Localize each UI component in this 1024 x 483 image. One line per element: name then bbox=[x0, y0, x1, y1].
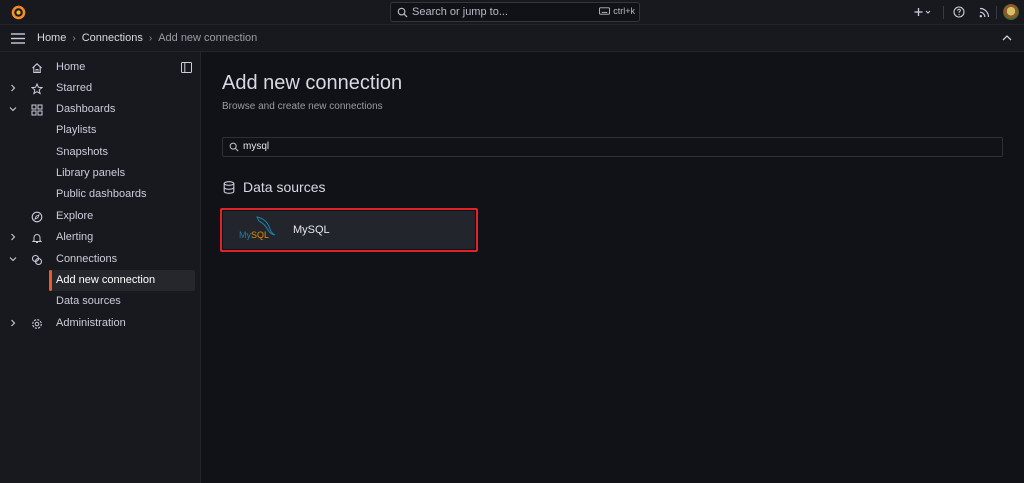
section-heading: Data sources bbox=[223, 179, 325, 195]
search-bar[interactable]: Search or jump to... ctrl+k bbox=[390, 2, 640, 22]
menu-icon[interactable] bbox=[11, 33, 25, 44]
sidebar-item-snapshots[interactable]: Snapshots bbox=[0, 142, 195, 163]
sidebar-item-playlists[interactable]: Playlists bbox=[0, 120, 195, 141]
sidebar-item-label: Starred bbox=[56, 82, 93, 94]
toolbar-divider bbox=[996, 6, 997, 19]
plus-icon bbox=[914, 8, 931, 16]
sidebar-item-alerting[interactable]: Alerting bbox=[0, 227, 195, 248]
sidebar-item-public-dashboards[interactable]: Public dashboards bbox=[0, 184, 195, 205]
help-button[interactable] bbox=[952, 4, 966, 20]
sidebar-item-label: Snapshots bbox=[56, 146, 108, 158]
sidebar-item-dashboards[interactable]: Dashboards bbox=[0, 99, 195, 120]
user-avatar[interactable] bbox=[1003, 4, 1019, 20]
chevron-right-icon[interactable] bbox=[9, 319, 17, 327]
grafana-logo-icon[interactable] bbox=[10, 4, 27, 21]
sidebar-item-label: Add new connection bbox=[56, 274, 156, 286]
top-bar: Search or jump to... ctrl+k bbox=[0, 0, 1024, 25]
sidebar-item-add-new-connection[interactable]: Add new connection bbox=[49, 270, 195, 291]
sidebar-item-explore[interactable]: Explore bbox=[0, 206, 195, 227]
sidebar-item-label: Connections bbox=[56, 253, 118, 265]
home-icon bbox=[32, 63, 42, 74]
sidebar-item-label: Public dashboards bbox=[56, 188, 147, 200]
breadcrumb: Home › Connections › Add new connection bbox=[37, 32, 257, 44]
compass-icon bbox=[31, 211, 43, 223]
sidebar-item-home[interactable]: Home bbox=[0, 57, 195, 78]
keyboard-shortcut: ctrl+k bbox=[599, 6, 635, 16]
bell-icon bbox=[31, 234, 43, 243]
sidebar-item-label: Home bbox=[56, 61, 86, 73]
cog-icon bbox=[32, 319, 42, 329]
sidebar-item-label: Explore bbox=[56, 210, 94, 222]
sidebar-item-starred[interactable]: Starred bbox=[0, 78, 195, 99]
page-title: Add new connection bbox=[222, 72, 403, 94]
breadcrumb-connections[interactable]: Connections bbox=[82, 32, 143, 44]
star-icon bbox=[31, 83, 43, 95]
sidebar-item-label: Playlists bbox=[56, 124, 97, 136]
database-icon bbox=[223, 180, 235, 194]
keyboard-icon bbox=[599, 7, 611, 15]
chevron-right-icon[interactable] bbox=[9, 84, 17, 92]
breadcrumb-home[interactable]: Home bbox=[37, 32, 66, 44]
sidebar-item-label: Alerting bbox=[56, 231, 94, 243]
sidebar-item-label: Dashboards bbox=[56, 103, 116, 115]
new-menu-button[interactable] bbox=[912, 4, 934, 20]
chevron-right-icon[interactable] bbox=[9, 233, 17, 241]
connections-icon bbox=[31, 254, 43, 266]
sidebar-item-label: Data sources bbox=[56, 295, 121, 307]
sidebar-item-data-sources[interactable]: Data sources bbox=[0, 291, 195, 312]
main-content: Add new connection Browse and create new… bbox=[201, 52, 1024, 483]
news-button[interactable] bbox=[977, 4, 991, 20]
rss-icon bbox=[979, 7, 989, 17]
search-icon bbox=[229, 142, 239, 152]
toolbar-divider bbox=[943, 6, 944, 19]
sidebar-item-label: Administration bbox=[56, 317, 126, 329]
sidebar-item-label: Library panels bbox=[56, 167, 126, 179]
search-placeholder: Search or jump to... bbox=[412, 6, 508, 18]
search-icon bbox=[397, 7, 408, 18]
search-input[interactable]: mysql bbox=[222, 137, 1003, 157]
active-indicator bbox=[49, 270, 52, 291]
breadcrumb-current: Add new connection bbox=[158, 32, 258, 44]
chevron-down-icon[interactable] bbox=[9, 105, 17, 113]
sidebar: Home Starred Dashboards Playlists Snapsh… bbox=[0, 52, 201, 483]
sidebar-item-library-panels[interactable]: Library panels bbox=[0, 163, 195, 184]
sidebar-item-administration[interactable]: Administration bbox=[0, 313, 195, 334]
chevron-right-icon: › bbox=[72, 32, 76, 44]
section-title: Data sources bbox=[243, 179, 326, 195]
sidebar-item-connections[interactable]: Connections bbox=[0, 249, 195, 270]
apps-icon bbox=[31, 104, 43, 116]
breadcrumb-bar: Home › Connections › Add new connection bbox=[0, 25, 1024, 52]
highlight-box bbox=[220, 208, 478, 252]
help-icon bbox=[953, 6, 965, 18]
page-subtitle: Browse and create new connections bbox=[222, 101, 383, 112]
search-input-value: mysql bbox=[243, 141, 270, 152]
chevron-down-icon[interactable] bbox=[9, 255, 17, 263]
shortcut-label: ctrl+k bbox=[613, 6, 635, 16]
chevron-right-icon: › bbox=[148, 32, 153, 44]
chevron-up-icon[interactable] bbox=[1002, 34, 1012, 41]
